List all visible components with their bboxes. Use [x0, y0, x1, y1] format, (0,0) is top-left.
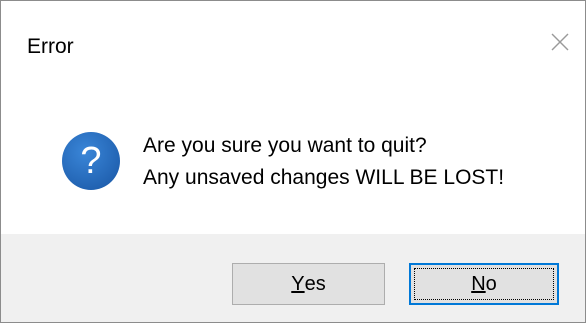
no-mnemonic: N	[471, 272, 486, 295]
question-glyph: ?	[80, 140, 101, 182]
button-bar: Yes No	[1, 234, 585, 322]
yes-button[interactable]: Yes	[232, 263, 385, 305]
close-icon[interactable]	[545, 27, 575, 57]
title-bar: Error	[1, 1, 585, 89]
message-area: ? Are you sure you want to quit? Any uns…	[1, 89, 585, 234]
yes-mnemonic: Y	[291, 272, 305, 295]
message-text: Are you sure you want to quit? Any unsav…	[143, 130, 504, 194]
no-button[interactable]: No	[409, 263, 559, 305]
error-dialog: Error ? Are you sure you want to quit? A…	[0, 0, 586, 323]
message-line-1: Are you sure you want to quit?	[143, 134, 427, 157]
no-label-rest: o	[485, 272, 497, 295]
question-icon: ?	[61, 131, 121, 191]
yes-label-rest: es	[304, 272, 326, 295]
dialog-title: Error	[27, 35, 74, 58]
message-line-2: Any unsaved changes WILL BE LOST!	[143, 166, 505, 189]
